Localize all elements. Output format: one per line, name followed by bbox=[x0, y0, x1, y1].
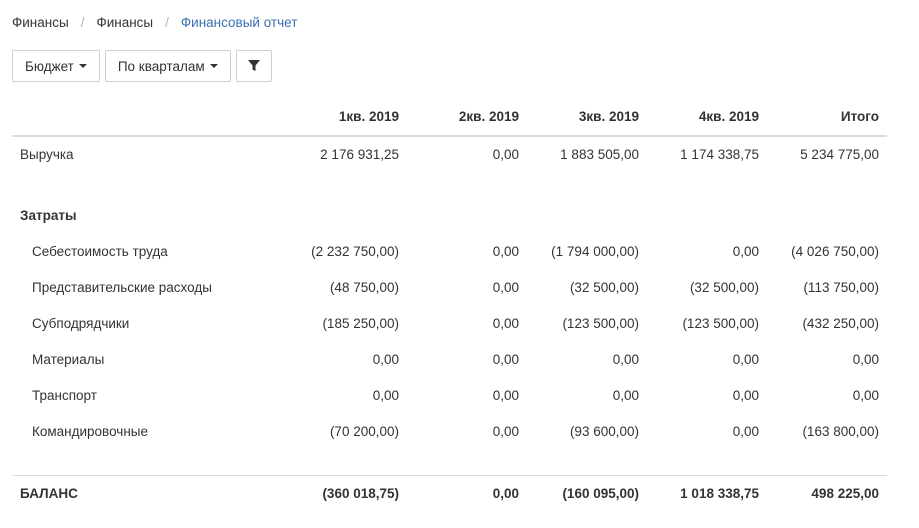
breadcrumb-separator: / bbox=[165, 14, 169, 30]
row-label: Представительские расходы bbox=[32, 280, 212, 295]
cell-value: (113 750,00) bbox=[803, 280, 879, 295]
row-label: Субподрядчики bbox=[32, 316, 130, 331]
section-title: Затраты bbox=[20, 208, 77, 223]
table-row: Представительские расходы (48 750,00) 0,… bbox=[12, 276, 887, 300]
cell-value: (432 250,00) bbox=[802, 316, 879, 331]
table-row: Материалы 0,00 0,00 0,00 0,00 0,00 bbox=[12, 348, 887, 372]
caret-down-icon bbox=[209, 64, 218, 68]
row-label: Выручка bbox=[20, 147, 74, 162]
row-label: Себестоимость труда bbox=[32, 244, 168, 259]
cell-value: 498 225,00 bbox=[811, 486, 879, 501]
balance-row: БАЛАНС (360 018,75) 0,00 (160 095,00) 1 … bbox=[12, 482, 887, 506]
table-row: Транспорт 0,00 0,00 0,00 0,00 0,00 bbox=[12, 384, 887, 408]
row-label: БАЛАНС bbox=[20, 486, 78, 501]
header-divider bbox=[12, 135, 887, 137]
cell-value: (163 800,00) bbox=[802, 424, 879, 439]
row-label: Командировочные bbox=[32, 424, 148, 439]
period-dropdown-button[interactable]: По кварталам bbox=[104, 50, 231, 82]
revenue-row: Выручка 2 176 931,25 0,00 1 883 505,00 1… bbox=[12, 143, 887, 167]
breadcrumb-item-current[interactable]: Финансовый отчет bbox=[181, 15, 297, 30]
filter-button[interactable] bbox=[235, 50, 272, 82]
balance-divider bbox=[12, 475, 887, 476]
expenses-section-header: Затраты bbox=[12, 204, 887, 228]
cell-value: 0,00 bbox=[852, 352, 879, 367]
breadcrumb-separator: / bbox=[80, 14, 85, 30]
breadcrumb-item-finance[interactable]: Финансы bbox=[12, 15, 69, 30]
period-dropdown-label: По кварталам bbox=[117, 58, 205, 74]
row-label: Материалы bbox=[32, 352, 105, 367]
breadcrumb: Финансы / Финансы / Финансовый отчет bbox=[12, 13, 297, 31]
caret-down-icon bbox=[78, 64, 87, 68]
cell-value: (4 026 750,00) bbox=[791, 244, 879, 259]
table-row: Себестоимость труда (2 232 750,00) 0,00 … bbox=[12, 240, 887, 264]
column-header-total: Итого bbox=[840, 109, 879, 124]
cell-value: 0,00 bbox=[852, 388, 879, 403]
breadcrumb-item-finance-sub[interactable]: Финансы bbox=[96, 15, 153, 30]
row-label: Транспорт bbox=[32, 388, 97, 403]
budget-dropdown-label: Бюджет bbox=[25, 58, 74, 74]
table-header-row: 1кв. 2019 2кв. 2019 3кв. 2019 4кв. 2019 … bbox=[12, 105, 887, 129]
toolbar: Бюджет По кварталам bbox=[12, 50, 277, 82]
table-row: Командировочные (70 200,00) 0,00 (93 600… bbox=[12, 420, 887, 444]
cell-value: 5 234 775,00 bbox=[800, 147, 879, 162]
filter-icon bbox=[247, 60, 260, 71]
table-row: Субподрядчики (185 250,00) 0,00 (123 500… bbox=[12, 312, 887, 336]
budget-dropdown-button[interactable]: Бюджет bbox=[12, 50, 100, 82]
